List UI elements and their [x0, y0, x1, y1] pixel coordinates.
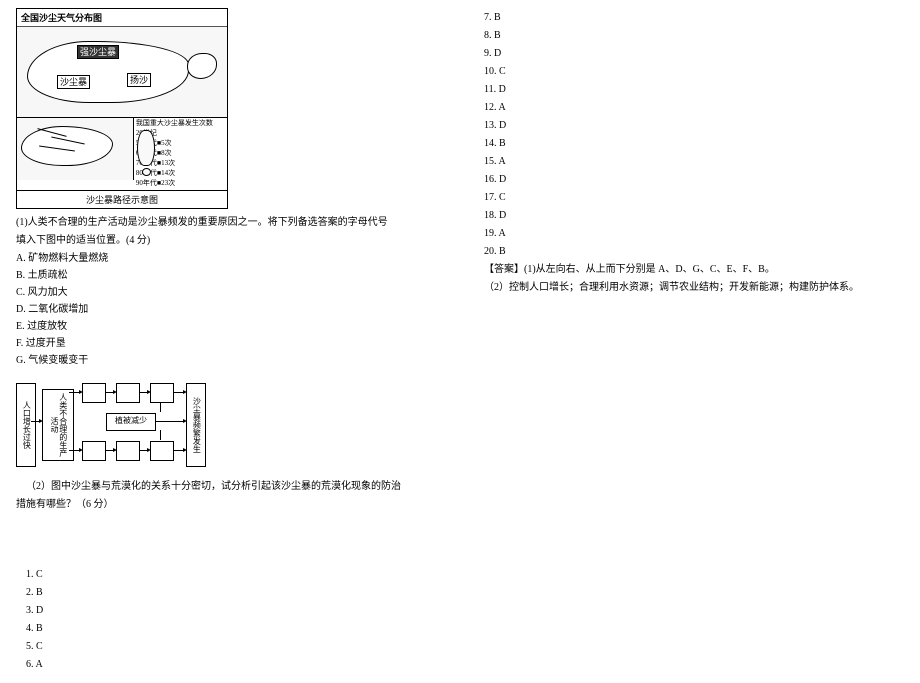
- q1-opt-b: B. 土质疏松: [16, 268, 436, 284]
- diagram-right: 沙尘暴频繁发生: [186, 383, 206, 467]
- answer-item: 4. B: [16, 621, 436, 637]
- q1-stem-a: (1)人类不合理的生产活动是沙尘暴频发的重要原因之一。将下列备选答案的字母代号: [16, 215, 436, 231]
- q1-opt-d: D. 二氧化碳增加: [16, 302, 436, 318]
- answer-item: 9. D: [484, 46, 904, 62]
- stats-row: 90年代■23次: [136, 178, 225, 188]
- diagram-blank-4: [82, 441, 106, 461]
- figure-title: 全国沙尘天气分布图: [17, 9, 227, 27]
- diagram-blank-2: [116, 383, 140, 403]
- answer-free-2: （2）控制人口增长；合理利用水资源；调节农业结构；开发新能源；构建防护体系。: [484, 280, 904, 296]
- answer-item: 8. B: [484, 28, 904, 44]
- map-label-raise: 扬沙: [127, 73, 151, 87]
- answer-item: 1. C: [16, 567, 436, 583]
- diagram-blank-3: [150, 383, 174, 403]
- answer-item: 3. D: [16, 603, 436, 619]
- map-small-row: 我国重大沙尘暴发生次数 20世纪 50年代■5次 60年代■8次 70年代■13…: [17, 117, 227, 190]
- map-main: 强沙尘暴 沙尘暴 扬沙: [17, 27, 227, 117]
- diagram-blank-5: [116, 441, 140, 461]
- answer-item: 15. A: [484, 154, 904, 170]
- diagram-center: 植被减少: [106, 413, 156, 431]
- diagram-left: 人口增长过快: [16, 383, 36, 467]
- q1-opt-e: E. 过度放牧: [16, 319, 436, 335]
- answer-item: 5. C: [16, 639, 436, 655]
- flow-diagram: 人口增长过快 人类不合理的生产活动 植被减少 沙尘暴频繁发生: [16, 379, 216, 467]
- answer-item: 17. C: [484, 190, 904, 206]
- answer-item: 10. C: [484, 64, 904, 80]
- answer-item: 18. D: [484, 208, 904, 224]
- map-small-left: [17, 118, 134, 180]
- answer-item: 16. D: [484, 172, 904, 188]
- answer-item: 20. B: [484, 244, 904, 260]
- q1-opt-f: F. 过度开垦: [16, 336, 436, 352]
- map-label-strong: 强沙尘暴: [77, 45, 119, 59]
- stats-header: 我国重大沙尘暴发生次数: [136, 120, 225, 128]
- answer-item: 12. A: [484, 100, 904, 116]
- figure-map: 全国沙尘天气分布图 强沙尘暴 沙尘暴 扬沙 我国重大沙尘暴发生次数: [16, 8, 228, 209]
- answer-item: 11. D: [484, 82, 904, 98]
- q1-opt-g: G. 气候变暖变干: [16, 353, 436, 369]
- q2-stem-b: 措施有哪些？（6 分）: [16, 497, 436, 513]
- map-label-dust: 沙尘暴: [57, 75, 90, 89]
- answer-item: 2. B: [16, 585, 436, 601]
- answer-item: 14. B: [484, 136, 904, 152]
- answer-free-1: 【答案】(1)从左向右、从上而下分别是 A、D、G、C、E、F、B。: [484, 262, 904, 278]
- answer-item: 13. D: [484, 118, 904, 134]
- q1-stem-b: 填入下图中的适当位置。(4 分): [16, 233, 436, 249]
- answer-item: 7. B: [484, 10, 904, 26]
- q2-stem-a: （2）图中沙尘暴与荒漠化的关系十分密切，试分析引起该沙尘暴的荒漠化现象的防治: [16, 479, 436, 495]
- diagram-blank-6: [150, 441, 174, 461]
- q1-opt-a: A. 矿物燃料大量燃烧: [16, 251, 436, 267]
- diagram-blank-1: [82, 383, 106, 403]
- q1-opt-c: C. 风力加大: [16, 285, 436, 301]
- figure-caption: 沙尘暴路径示意图: [17, 190, 227, 208]
- answer-item: 19. A: [484, 226, 904, 242]
- answer-item: 6. A: [16, 657, 436, 673]
